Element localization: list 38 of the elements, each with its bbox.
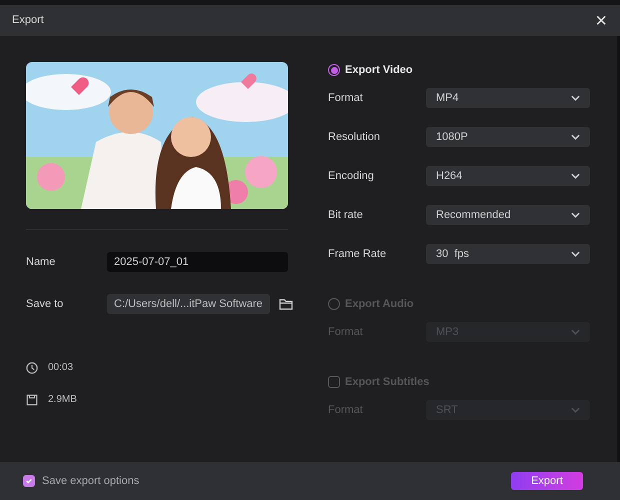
folder-icon[interactable]: [278, 298, 293, 310]
field-label: Bit rate: [328, 208, 364, 223]
dropdown[interactable]: Recommended: [426, 205, 590, 225]
field-label: Format: [328, 324, 364, 340]
file-size-text: 2.9MB: [48, 393, 77, 407]
field-label: Format: [328, 90, 364, 106]
field-label: Frame Rate: [328, 246, 388, 262]
chevron-icon: [571, 173, 580, 179]
checkmark-icon: [25, 477, 33, 485]
field-label: Resolution: [328, 130, 381, 145]
section-title: Export Audio: [345, 296, 414, 312]
chevron-icon: [571, 134, 580, 140]
export-button[interactable]: Export: [511, 472, 583, 490]
field-label: Save to: [26, 296, 64, 312]
dropdown[interactable]: H264: [426, 166, 590, 186]
checkbox[interactable]: [23, 475, 35, 487]
duration-text: 00:03: [48, 361, 74, 375]
path-field[interactable]: C:/Users/dell/...itPaw Software: [107, 294, 270, 314]
dropdown[interactable]: 1080P: [426, 127, 590, 147]
field-label: Name: [26, 254, 56, 270]
section-title: Export Video: [345, 62, 413, 78]
chevron-icon: [571, 95, 580, 101]
chevron-icon: [571, 329, 580, 335]
section-title: Export Subtitles: [345, 374, 430, 390]
dropdown[interactable]: MP4: [426, 88, 590, 108]
chevron-icon: [571, 251, 580, 257]
chevron-icon: [571, 212, 580, 218]
name-field[interactable]: 2025-07-07_01: [107, 252, 288, 272]
close-button[interactable]: ×: [595, 10, 608, 30]
window-title: Export: [12, 13, 44, 28]
save-icon: [26, 394, 38, 406]
field-label: Encoding: [328, 168, 375, 184]
field-label: Format: [328, 402, 364, 418]
dropdown[interactable]: 30 fps: [426, 244, 590, 264]
clock-icon: [26, 362, 38, 374]
checkbox-label: Save export options: [42, 474, 140, 489]
radio-button[interactable]: [328, 64, 340, 76]
chevron-icon: [571, 407, 580, 413]
